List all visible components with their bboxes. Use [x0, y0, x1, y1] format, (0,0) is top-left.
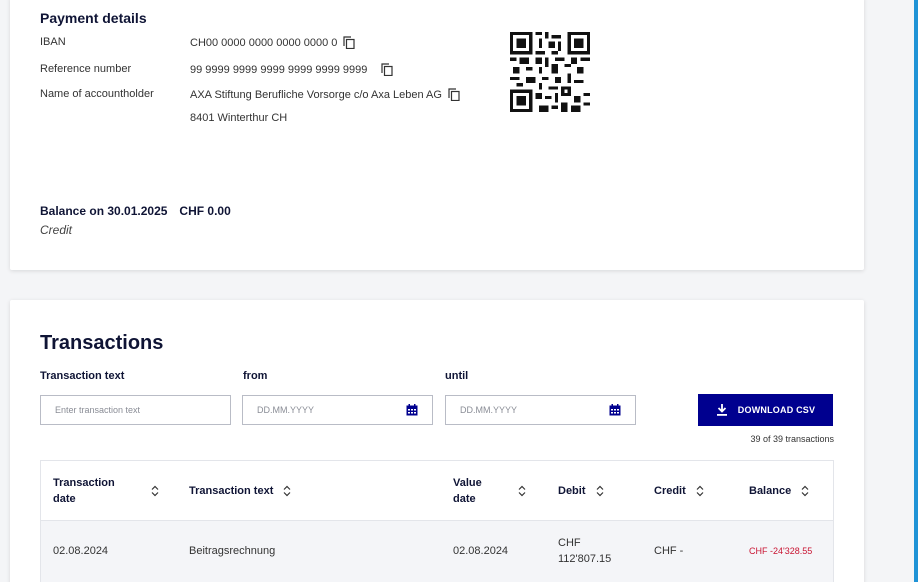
payment-details-card: Payment details IBAN CH00 0000 0000 0000… — [10, 0, 864, 270]
sort-icon[interactable] — [696, 485, 704, 497]
column-header-label: Transaction date — [53, 475, 115, 507]
iban-value: CH00 0000 0000 0000 0000 0 — [190, 36, 338, 49]
column-header-label: Debit — [558, 485, 586, 497]
cell-credit: CHF - — [654, 545, 684, 557]
calendar-icon[interactable] — [609, 404, 621, 416]
reference-value: 99 9999 9999 9999 9999 9999 9999 — [190, 63, 368, 76]
window-edge — [914, 0, 918, 582]
transaction-text-placeholder: Enter transaction text — [55, 405, 141, 415]
sort-icon[interactable] — [596, 485, 604, 497]
copy-icon[interactable] — [448, 88, 460, 101]
qr-code-icon — [510, 32, 590, 112]
transactions-table: Transaction date Transaction text Value … — [40, 460, 834, 582]
column-header-label-line: date — [53, 493, 76, 505]
download-csv-label: DOWNLOAD CSV — [737, 405, 816, 415]
transaction-text-input[interactable]: Enter transaction text — [40, 395, 231, 425]
column-header-label: Value date — [453, 475, 482, 507]
copy-icon[interactable] — [381, 63, 394, 76]
cell-value-date: 02.08.2024 — [453, 545, 509, 557]
calendar-icon[interactable] — [406, 404, 418, 416]
download-csv-button[interactable]: DOWNLOAD CSV — [698, 394, 833, 426]
cell-transaction-text: Beitragsrechnung — [189, 545, 276, 557]
column-header-transaction-text[interactable]: Transaction text — [189, 461, 389, 521]
holder-value-row: AXA Stiftung Berufliche Vorsorge c/o Axa… — [190, 88, 460, 101]
sort-icon[interactable] — [151, 485, 159, 497]
reference-label: Reference number — [40, 63, 132, 75]
balance-label: Balance on 30.01.2025 — [40, 204, 168, 218]
holder-address: 8401 Winterthur CH — [190, 112, 288, 124]
column-header-transaction-date[interactable]: Transaction date — [53, 461, 163, 521]
cell-debit-currency: CHF — [558, 537, 581, 549]
table-row: 02.08.2024 Beitragsrechnung 02.08.2024 C… — [41, 521, 833, 582]
column-header-label: Balance — [749, 485, 792, 497]
sort-icon[interactable] — [283, 485, 291, 497]
transactions-title: Transactions — [40, 332, 164, 354]
from-date-placeholder: DD.MM.YYYY — [257, 405, 315, 415]
column-header-debit[interactable]: Debit — [558, 461, 638, 521]
column-header-label: Transaction text — [189, 485, 274, 497]
holder-label: Name of accountholder — [40, 88, 154, 100]
column-header-label: Credit — [654, 485, 686, 497]
table-header: Transaction date Transaction text Value … — [41, 461, 833, 521]
column-header-label-line: date — [453, 493, 476, 505]
iban-value-row: CH00 0000 0000 0000 0000 0 — [190, 36, 356, 49]
until-date-input[interactable]: DD.MM.YYYY — [445, 395, 636, 425]
sort-icon[interactable] — [801, 485, 809, 497]
payment-details-title: Payment details — [40, 10, 147, 26]
balance-value: CHF 0.00 — [179, 204, 231, 218]
column-header-credit[interactable]: Credit — [654, 461, 734, 521]
copy-icon[interactable] — [343, 36, 356, 49]
until-date-placeholder: DD.MM.YYYY — [460, 405, 518, 415]
page-scroll-area — [870, 0, 914, 582]
column-header-balance[interactable]: Balance — [749, 461, 829, 521]
transactions-card: Transactions Transaction text from until… — [10, 300, 864, 582]
column-header-label-line: Value — [453, 477, 482, 489]
from-label: from — [243, 370, 268, 382]
download-icon — [716, 404, 727, 416]
cell-debit-amount: 112'807.15 — [558, 553, 612, 565]
reference-value-row: 99 9999 9999 9999 9999 9999 9999 — [190, 63, 394, 76]
cell-balance: CHF -24'328.55 — [749, 546, 813, 556]
transaction-count: 39 of 39 transactions — [750, 434, 834, 444]
balance-status: Credit — [40, 223, 73, 237]
cell-transaction-date: 02.08.2024 — [53, 545, 109, 557]
transaction-text-label: Transaction text — [40, 370, 125, 382]
column-header-value-date[interactable]: Value date — [453, 461, 543, 521]
from-date-input[interactable]: DD.MM.YYYY — [242, 395, 433, 425]
until-label: until — [445, 370, 469, 382]
sort-icon[interactable] — [518, 485, 526, 497]
balance-line: Balance on 30.01.2025 CHF 0.00 — [40, 204, 231, 218]
column-header-label-line: Transaction — [53, 477, 115, 489]
iban-label: IBAN — [40, 36, 66, 48]
holder-value: AXA Stiftung Berufliche Vorsorge c/o Axa… — [190, 88, 442, 101]
cell-debit: CHF 112'807.15 — [558, 521, 611, 581]
